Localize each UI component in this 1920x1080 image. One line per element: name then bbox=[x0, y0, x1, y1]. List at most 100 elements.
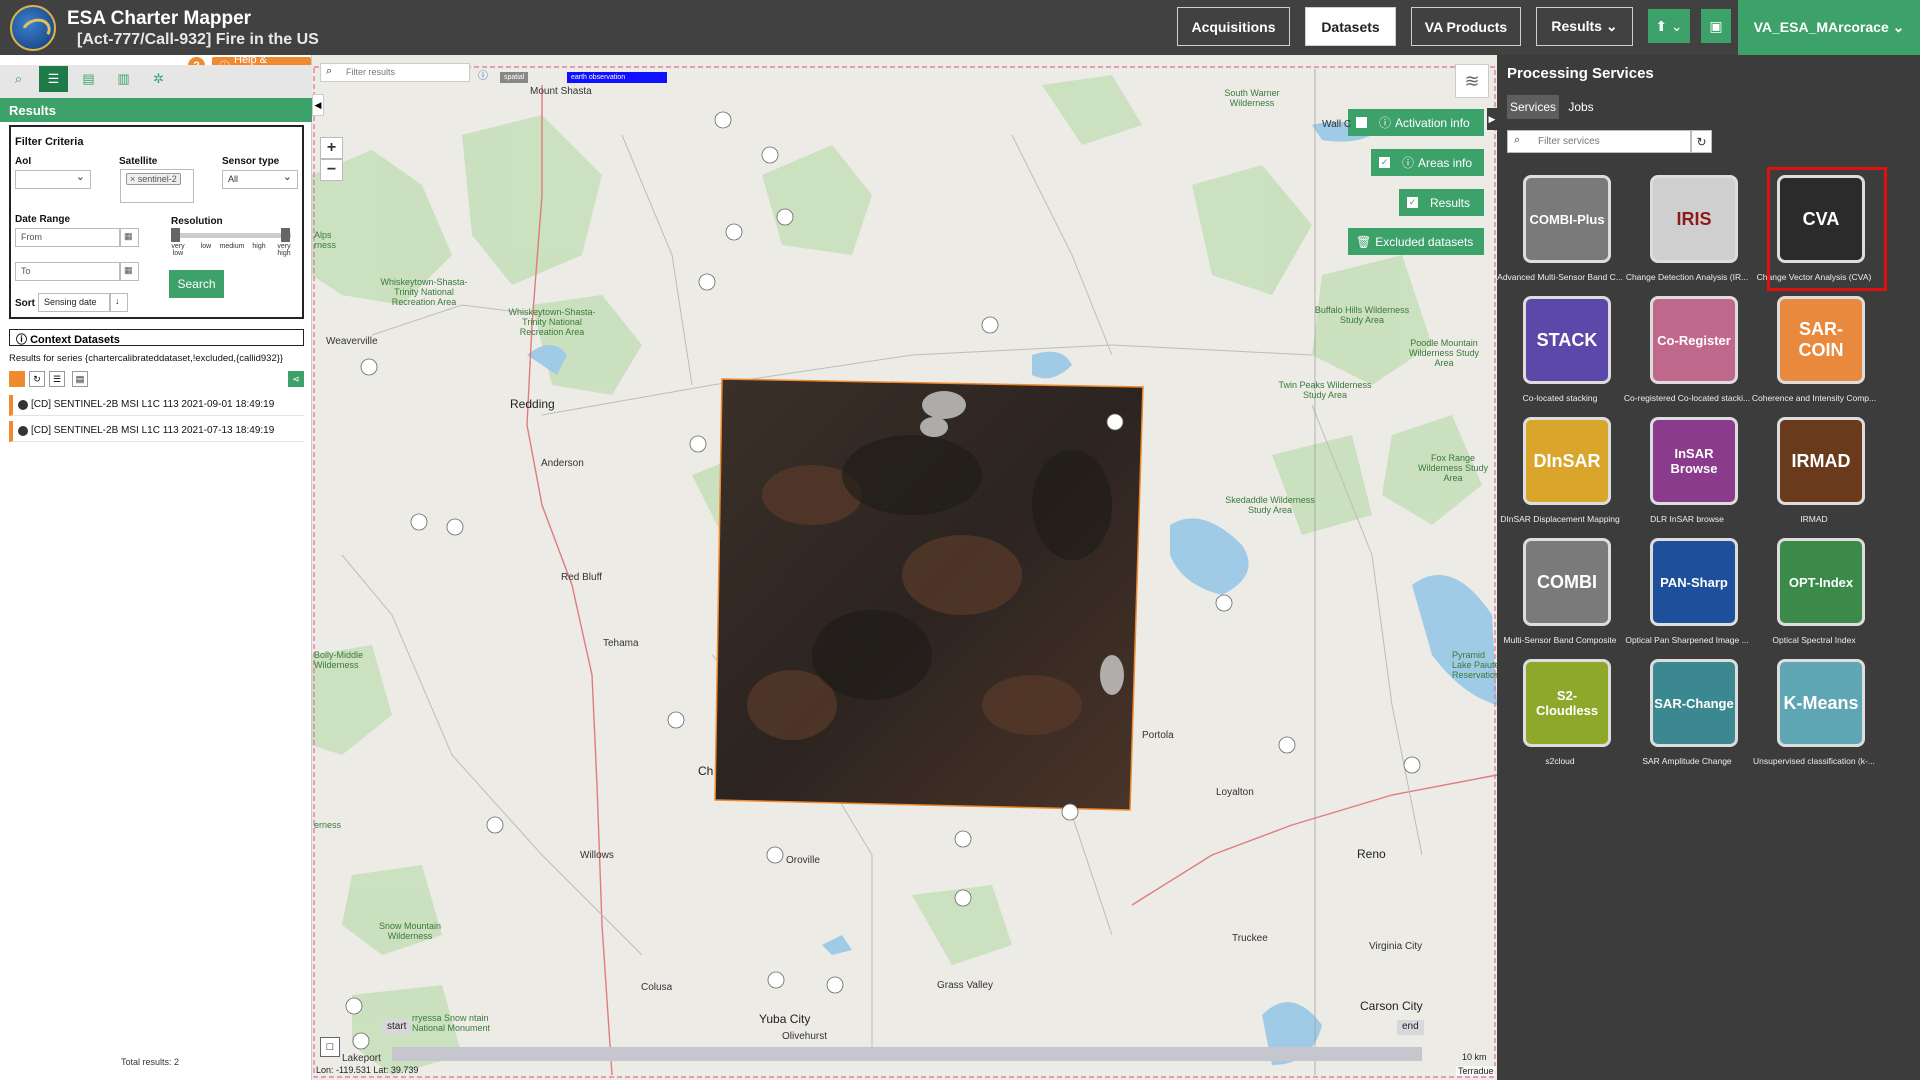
services-filter-input[interactable]: Filter services bbox=[1507, 130, 1691, 153]
service-tile[interactable]: Co-Register bbox=[1650, 296, 1738, 384]
service-tile[interactable]: IRIS bbox=[1650, 175, 1738, 263]
service-tile[interactable]: OPT-Index bbox=[1777, 538, 1865, 626]
tab-services[interactable]: Services bbox=[1507, 95, 1559, 119]
tag-spatial[interactable]: spatial bbox=[500, 72, 529, 83]
map-view[interactable]: Filter results ⌕ ⓘ spatial earth observa… bbox=[312, 55, 1497, 1080]
service-irmad[interactable]: IRMAD IRMAD bbox=[1751, 417, 1877, 537]
map-filter-input[interactable]: Filter results bbox=[320, 63, 470, 82]
wilderness-label: Bolly-Middle Wilderness bbox=[314, 650, 364, 670]
refresh-button[interactable]: ↻ bbox=[29, 371, 45, 387]
activation-info-toggle[interactable]: ⓘ Activation info bbox=[1348, 109, 1484, 136]
res-tick-medium: medium bbox=[219, 243, 245, 250]
result-item-label: [CD] SENTINEL-2B MSI L1C 113 2021-07-13 … bbox=[31, 425, 275, 436]
service-tile[interactable]: K-Means bbox=[1777, 659, 1865, 747]
services-refresh-button[interactable]: ↻ bbox=[1691, 130, 1712, 153]
nav-acquisitions[interactable]: Acquisitions bbox=[1177, 7, 1290, 46]
service-caption: SAR Amplitude Change bbox=[1642, 756, 1732, 766]
layers-button[interactable]: ≋ bbox=[1455, 64, 1489, 98]
sensor-type-label: Sensor type bbox=[222, 156, 280, 167]
service-tile[interactable]: InSAR Browse bbox=[1650, 417, 1738, 505]
nav-va-products[interactable]: VA Products bbox=[1411, 7, 1521, 46]
service-dinsar[interactable]: DInSAR DInSAR Displacement Mapping bbox=[1497, 417, 1623, 537]
tag-earth-observation[interactable]: earth observation bbox=[567, 72, 667, 83]
service-tile[interactable]: SAR-COIN bbox=[1777, 296, 1865, 384]
search-button[interactable]: Search bbox=[169, 270, 224, 298]
resolution-max-handle[interactable] bbox=[281, 228, 290, 242]
service-combi-plus[interactable]: COMBI-Plus Advanced Multi-Sensor Band C..… bbox=[1497, 175, 1623, 295]
map-attribution[interactable]: Terradue bbox=[1456, 1066, 1496, 1076]
service-tile[interactable]: S2-Cloudless bbox=[1523, 659, 1611, 747]
archive-tab-button[interactable]: ▥ bbox=[109, 66, 138, 92]
resolution-min-handle[interactable] bbox=[171, 228, 180, 242]
calendar-from-button[interactable]: ▦ bbox=[120, 228, 139, 247]
satellite-tag[interactable]: × sentinel-2 bbox=[126, 173, 181, 185]
tab-jobs[interactable]: Jobs bbox=[1563, 95, 1599, 119]
trash-icon: 🗑 bbox=[1356, 234, 1372, 249]
service-sar-coin[interactable]: SAR-COIN Coherence and Intensity Comp... bbox=[1751, 296, 1877, 416]
upload-dropdown-button[interactable]: ⬆ ⌄ bbox=[1648, 9, 1690, 43]
zoom-in-button[interactable]: + bbox=[320, 137, 343, 159]
right-panel-collapse-button[interactable]: ▶ bbox=[1487, 108, 1497, 130]
service-iris[interactable]: IRIS Change Detection Analysis (IR... bbox=[1624, 175, 1750, 295]
aoi-select[interactable] bbox=[15, 170, 91, 189]
sensor-type-select[interactable]: All bbox=[222, 170, 298, 189]
service-stack[interactable]: STACK Co-located stacking bbox=[1497, 296, 1623, 416]
basket-tab-button[interactable]: ▤ bbox=[74, 66, 103, 92]
service-tile[interactable]: PAN-Sharp bbox=[1650, 538, 1738, 626]
results-checkbox[interactable]: ✓ bbox=[1407, 197, 1418, 208]
sort-direction-button[interactable]: ↓ bbox=[110, 293, 128, 312]
info-icon[interactable]: ⓘ bbox=[478, 67, 488, 82]
place-label: Tehama bbox=[603, 638, 639, 649]
resolution-slider[interactable] bbox=[171, 228, 291, 242]
zoom-out-button[interactable]: − bbox=[320, 159, 343, 181]
service-insar-browse[interactable]: InSAR Browse DLR InSAR browse bbox=[1624, 417, 1750, 537]
service-co-register[interactable]: Co-Register Co-registered Co-located stac… bbox=[1624, 296, 1750, 416]
calendar-to-button[interactable]: ▦ bbox=[120, 262, 139, 281]
wilderness-label: Alps rness bbox=[314, 230, 337, 250]
left-panel-collapse-button[interactable]: ◀ bbox=[312, 94, 324, 116]
search-tab-button[interactable]: ⌕ bbox=[4, 66, 33, 92]
service-k-means[interactable]: K-Means Unsupervised classification (k-..… bbox=[1751, 659, 1877, 779]
nav-results-dropdown[interactable]: Results ⌄ bbox=[1536, 7, 1633, 46]
share-button[interactable]: ⋖ bbox=[288, 371, 304, 387]
place-label: Grass Valley bbox=[937, 980, 993, 991]
result-item[interactable]: [CD] SENTINEL-2B MSI L1C 113 2021-09-01 … bbox=[9, 395, 304, 416]
service-tile[interactable]: IRMAD bbox=[1777, 417, 1865, 505]
service-tile[interactable]: STACK bbox=[1523, 296, 1611, 384]
service-tile[interactable]: COMBI-Plus bbox=[1523, 175, 1611, 263]
service-caption: Unsupervised classification (k-... bbox=[1753, 756, 1875, 766]
excluded-datasets-button[interactable]: 🗑 Excluded datasets bbox=[1348, 228, 1484, 255]
service-sar-change[interactable]: SAR-Change SAR Amplitude Change bbox=[1624, 659, 1750, 779]
nav-datasets[interactable]: Datasets bbox=[1305, 7, 1396, 46]
areas-info-toggle[interactable]: ✓ ⓘ Areas info bbox=[1371, 149, 1484, 176]
results-toggle[interactable]: ✓ Results bbox=[1399, 189, 1484, 216]
arrow-down-icon: ↓ bbox=[115, 296, 120, 306]
briefcase-button[interactable]: ▣ bbox=[1701, 9, 1731, 43]
service-opt-index[interactable]: OPT-Index Optical Spectral Index bbox=[1751, 538, 1877, 658]
service-tile[interactable]: SAR-Change bbox=[1650, 659, 1738, 747]
service-s2-cloudless[interactable]: S2-Cloudless s2cloud bbox=[1497, 659, 1623, 779]
settings-tab-button[interactable]: ✲ bbox=[144, 66, 173, 92]
list-view-button[interactable]: ☰ bbox=[49, 371, 65, 387]
service-tile[interactable]: DInSAR bbox=[1523, 417, 1611, 505]
select-all-checkbox[interactable] bbox=[9, 371, 25, 387]
timeline-end-label: end bbox=[1397, 1020, 1424, 1035]
sort-select[interactable]: Sensing date bbox=[38, 293, 110, 312]
timeline-slider[interactable] bbox=[392, 1047, 1422, 1061]
basket-button[interactable]: ▤ bbox=[72, 371, 88, 387]
satellite-input[interactable]: × sentinel-2 bbox=[120, 169, 194, 203]
activation-info-checkbox[interactable] bbox=[1356, 117, 1367, 128]
service-pan-sharp[interactable]: PAN-Sharp Optical Pan Sharpened Image ... bbox=[1624, 538, 1750, 658]
result-item[interactable]: [CD] SENTINEL-2B MSI L1C 113 2021-07-13 … bbox=[9, 421, 304, 442]
list-tab-button[interactable]: ☰ bbox=[39, 66, 68, 92]
context-datasets-header[interactable]: ⓘ Context Datasets bbox=[9, 329, 304, 346]
upload-icon: ⬆ ⌄ bbox=[1655, 17, 1683, 34]
basket-icon: ▤ bbox=[82, 71, 95, 86]
service-combi[interactable]: COMBI Multi-Sensor Band Composite bbox=[1497, 538, 1623, 658]
user-menu[interactable]: VA_ESA_MArcorace ⌄ bbox=[1738, 0, 1920, 55]
timeline-toggle-button[interactable]: □ bbox=[320, 1037, 340, 1057]
date-to-input[interactable]: To bbox=[15, 262, 120, 281]
areas-info-checkbox[interactable]: ✓ bbox=[1379, 157, 1390, 168]
date-from-input[interactable]: From bbox=[15, 228, 120, 247]
service-tile[interactable]: COMBI bbox=[1523, 538, 1611, 626]
